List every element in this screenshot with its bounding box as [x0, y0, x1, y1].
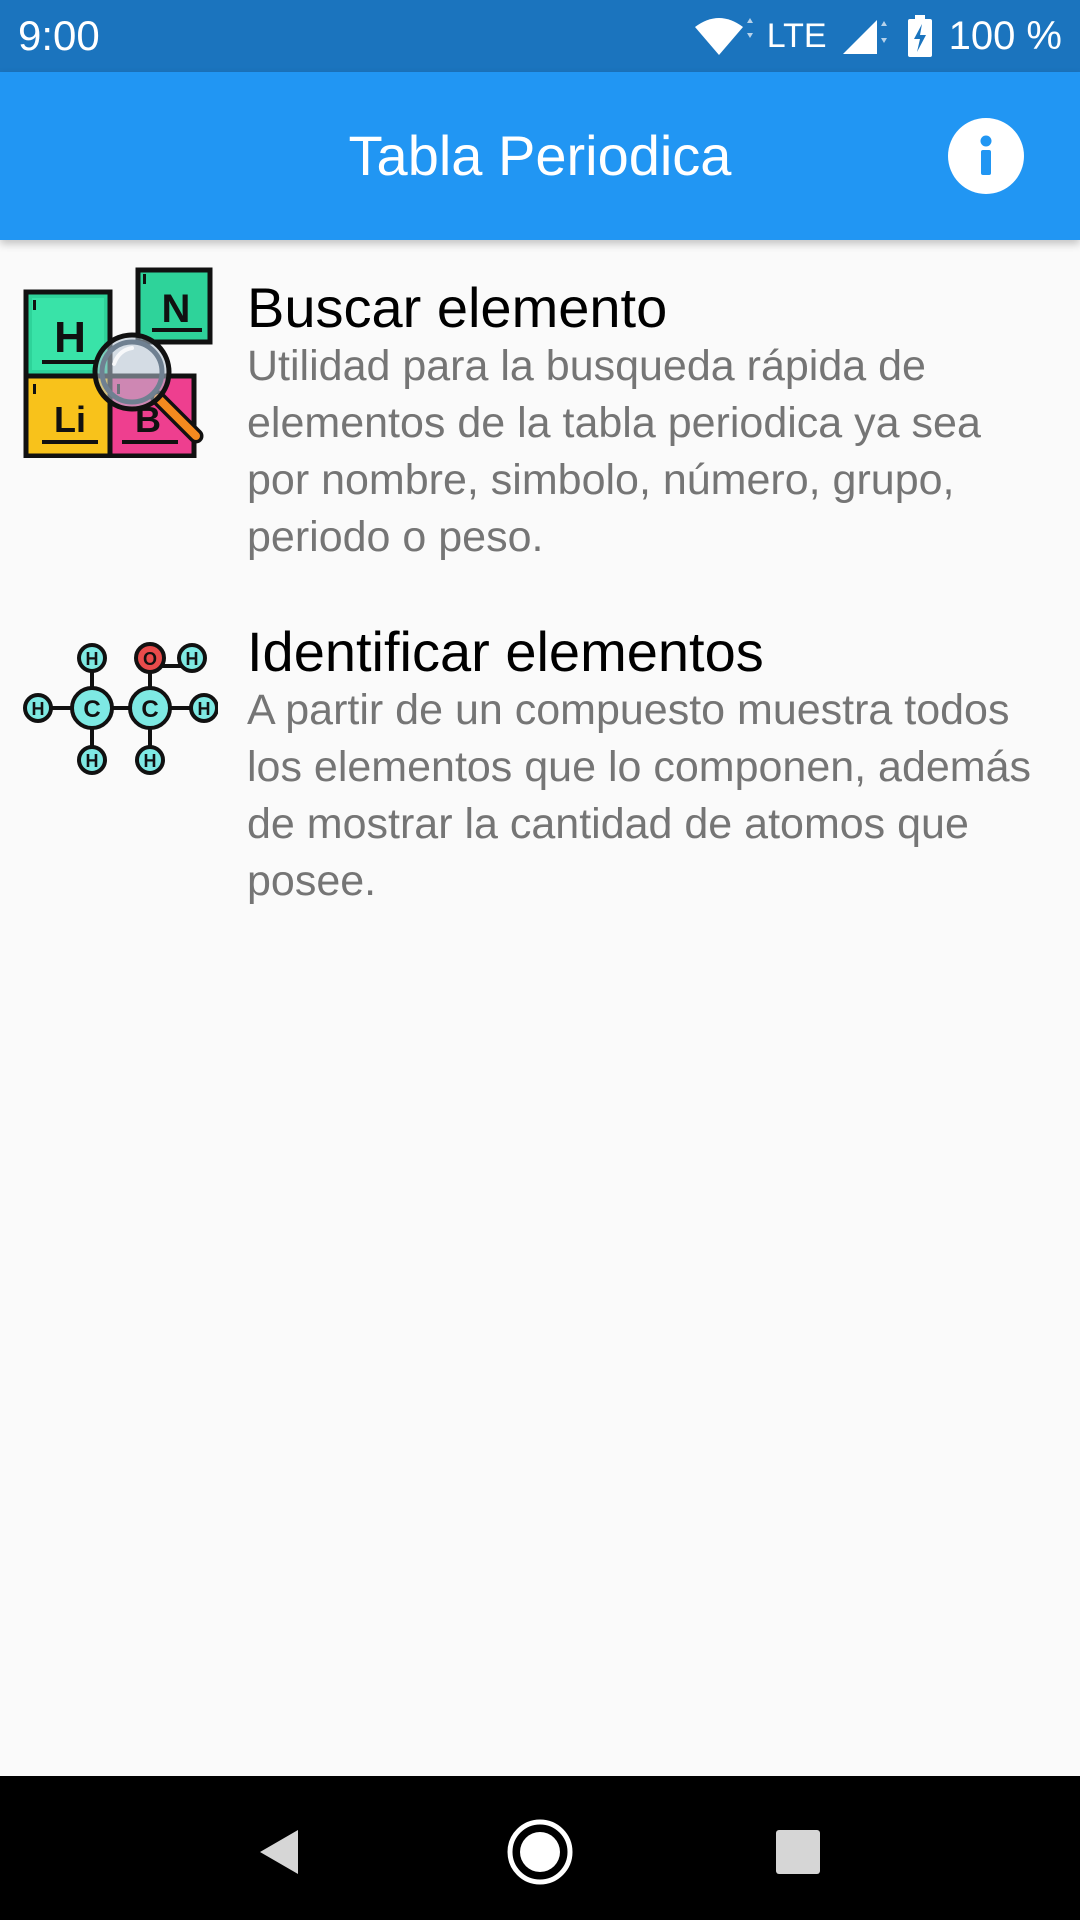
- atom-h-label: H: [144, 751, 157, 771]
- network-type: LTE: [766, 17, 827, 55]
- atom-h-label: H: [86, 751, 99, 771]
- status-bar: 9:00 LTE 100 %: [0, 0, 1080, 72]
- atom-h-label: H: [86, 649, 99, 669]
- app-bar: Tabla Periodica: [0, 72, 1080, 240]
- status-time: 9:00: [18, 12, 100, 59]
- item-title: Identificar elementos: [247, 620, 764, 683]
- item-description: Utilidad para la busqueda rápida de elem…: [247, 342, 981, 561]
- wifi-icon: [694, 18, 753, 55]
- home-icon: [507, 1819, 573, 1885]
- cell-signal-icon: [842, 20, 887, 54]
- item-text: Identificar elementos A partir de un com…: [247, 620, 1047, 910]
- tile-n-symbol: N: [162, 287, 191, 331]
- item-description: A partir de un compuesto muestra todos l…: [247, 686, 1032, 905]
- atom-h-label: H: [186, 649, 199, 669]
- back-icon: [260, 1830, 298, 1874]
- item-title: Buscar elemento: [247, 276, 668, 339]
- back-button[interactable]: [240, 1812, 320, 1892]
- tile-li-symbol: Li: [54, 399, 86, 440]
- app-title: Tabla Periodica: [348, 124, 732, 187]
- list-item-identificar-elementos[interactable]: C C H H H H H O H Identificar elementos …: [0, 620, 1080, 920]
- molecule-icon: C C H H H H H O H: [22, 642, 219, 793]
- list-item-buscar-elemento[interactable]: H N Li B Buscar elemento Utilidad para l…: [0, 267, 1080, 576]
- navigation-bar: [0, 1776, 1080, 1920]
- periodic-table-search-icon: H N Li B: [22, 264, 218, 463]
- info-button[interactable]: [948, 118, 1024, 194]
- recents-icon: [776, 1830, 820, 1874]
- item-text: Buscar elemento Utilidad para la busqued…: [247, 276, 1047, 566]
- atom-h-label: H: [32, 699, 45, 719]
- atom-o-label: O: [143, 649, 157, 669]
- home-button[interactable]: [500, 1812, 580, 1892]
- recents-button[interactable]: [758, 1812, 838, 1892]
- info-icon: [980, 135, 992, 175]
- tile-h-symbol: H: [54, 313, 86, 362]
- battery-charging-icon: [907, 15, 932, 57]
- atom-h-label: H: [198, 699, 211, 719]
- atom-c-label: C: [83, 696, 100, 723]
- status-icons: LTE 100 %: [693, 10, 1062, 62]
- battery-level: 100 %: [948, 14, 1062, 58]
- atom-c-label: C: [141, 696, 158, 723]
